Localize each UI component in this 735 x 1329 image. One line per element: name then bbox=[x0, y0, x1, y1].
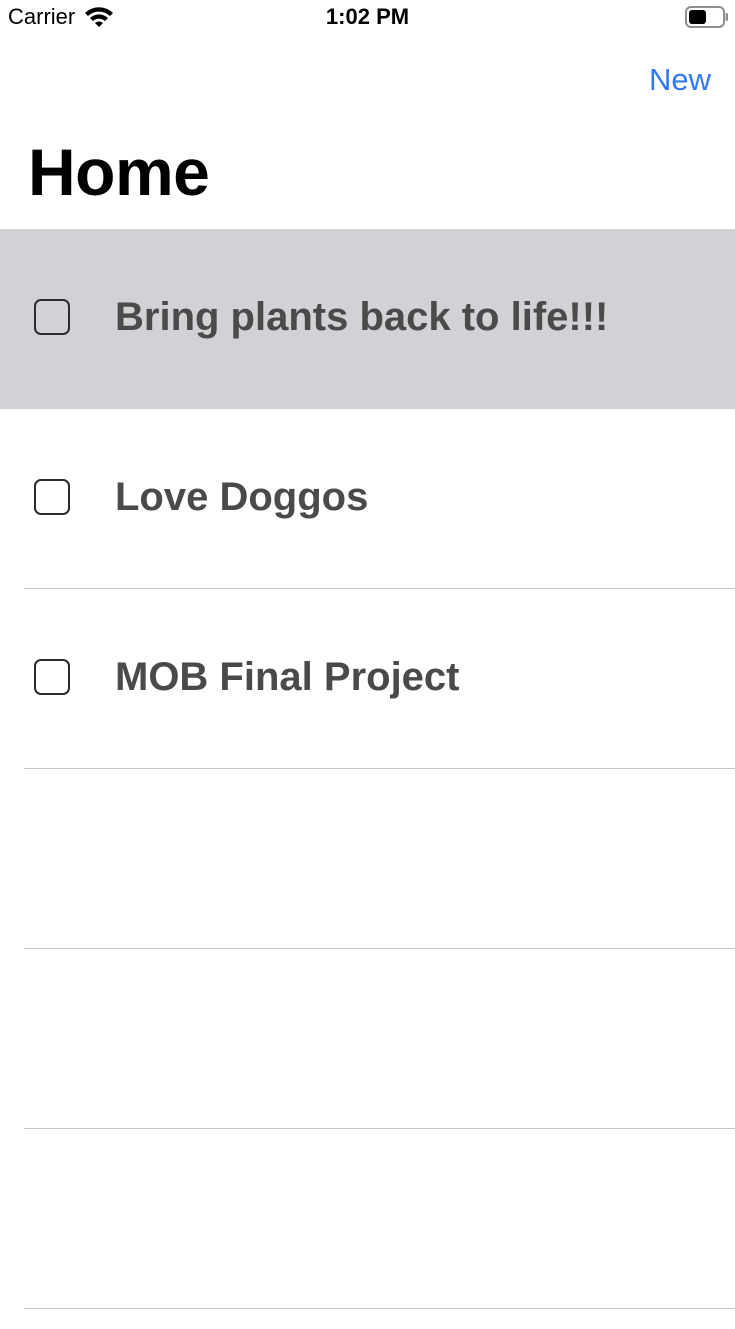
task-row[interactable]: MOB Final Project bbox=[0, 589, 735, 769]
task-checkbox[interactable] bbox=[34, 479, 70, 515]
task-title: Love Doggos bbox=[115, 475, 369, 519]
status-time: 1:02 PM bbox=[325, 4, 410, 29]
row-separator bbox=[24, 1308, 735, 1309]
task-list: Bring plants back to life!!! Love Doggos… bbox=[0, 229, 735, 1309]
task-row[interactable]: Bring plants back to life!!! bbox=[0, 229, 735, 409]
empty-row bbox=[0, 1129, 735, 1309]
task-checkbox[interactable] bbox=[34, 299, 70, 335]
empty-row bbox=[0, 769, 735, 949]
page-title: Home bbox=[28, 135, 210, 209]
task-checkbox[interactable] bbox=[34, 659, 70, 695]
task-title: Bring plants back to life!!! bbox=[115, 295, 609, 339]
battery-icon bbox=[685, 6, 729, 28]
task-title: MOB Final Project bbox=[115, 655, 460, 699]
empty-row bbox=[0, 949, 735, 1129]
status-bar: Carrier 1:02 PM bbox=[0, 0, 735, 36]
screen: Carrier 1:02 PM New Home Bring plants ba… bbox=[0, 0, 735, 1329]
task-row[interactable]: Love Doggos bbox=[0, 409, 735, 589]
new-task-button[interactable]: New bbox=[649, 62, 711, 98]
